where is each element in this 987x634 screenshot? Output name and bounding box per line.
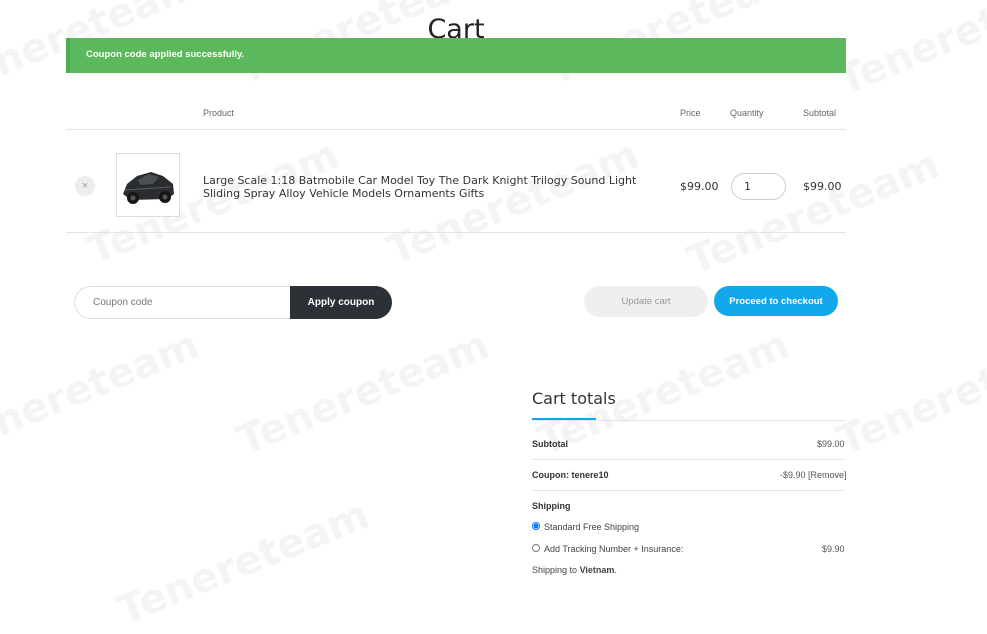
apply-coupon-button[interactable]: Apply coupon xyxy=(290,286,392,319)
shipping-option-tracking-price: $9.90 xyxy=(822,544,845,554)
remove-item-icon[interactable]: × xyxy=(75,176,95,196)
quantity-input[interactable] xyxy=(731,173,786,200)
batmobile-image xyxy=(117,154,179,216)
coupon-code-input[interactable] xyxy=(74,286,294,319)
table-divider xyxy=(66,232,846,233)
totals-divider xyxy=(532,459,845,460)
product-subtotal: $99.00 xyxy=(803,180,842,193)
product-thumbnail[interactable] xyxy=(116,153,180,217)
shipping-option-standard-label[interactable]: Standard Free Shipping xyxy=(544,522,639,532)
product-price: $99.00 xyxy=(680,180,719,193)
shipping-label: Shipping xyxy=(532,501,571,511)
column-header-price: Price xyxy=(680,108,701,118)
totals-divider xyxy=(532,490,845,491)
remove-coupon-link[interactable]: [Remove] xyxy=(808,470,847,480)
subtotal-value: $99.00 xyxy=(817,439,845,449)
watermark: Tenereteam xyxy=(231,322,495,464)
column-header-product: Product xyxy=(203,108,235,118)
notice-text: Coupon code applied successfully. xyxy=(86,49,245,60)
watermark: Tenereteam xyxy=(831,322,987,464)
shipping-country: Vietnam xyxy=(579,565,615,575)
coupon-value: -$9.90 xyxy=(780,470,806,480)
proceed-to-checkout-button[interactable]: Proceed to checkout xyxy=(714,286,838,316)
success-notice: Coupon code applied successfully. xyxy=(66,38,846,73)
coupon-label: Coupon: tenere10 xyxy=(532,470,609,480)
cart-totals-title: Cart totals xyxy=(532,389,616,408)
subtotal-label: Subtotal xyxy=(532,439,568,449)
title-underline xyxy=(532,418,596,420)
product-name-link[interactable]: Large Scale 1:18 Batmobile Car Model Toy… xyxy=(203,174,663,200)
shipping-option-tracking-radio[interactable] xyxy=(532,544,540,552)
watermark: Tenereteam xyxy=(0,322,205,464)
update-cart-button[interactable]: Update cart xyxy=(584,286,708,317)
column-header-subtotal: Subtotal xyxy=(803,108,837,118)
shipping-destination: Shipping to Vietnam. xyxy=(532,565,617,575)
watermark: Tenereteam xyxy=(381,132,645,274)
shipping-to-prefix: Shipping to xyxy=(532,565,578,575)
table-divider xyxy=(66,129,846,130)
column-header-quantity: Quantity xyxy=(730,108,764,118)
shipping-option-standard-radio[interactable] xyxy=(532,522,540,530)
totals-divider xyxy=(532,420,845,421)
shipping-option-tracking-label[interactable]: Add Tracking Number + Insurance: xyxy=(544,544,683,554)
watermark: Tenereteam xyxy=(111,492,375,634)
watermark: Tenereteam xyxy=(681,142,945,284)
coupon-discount: -$9.90 [Remove] xyxy=(780,470,847,480)
